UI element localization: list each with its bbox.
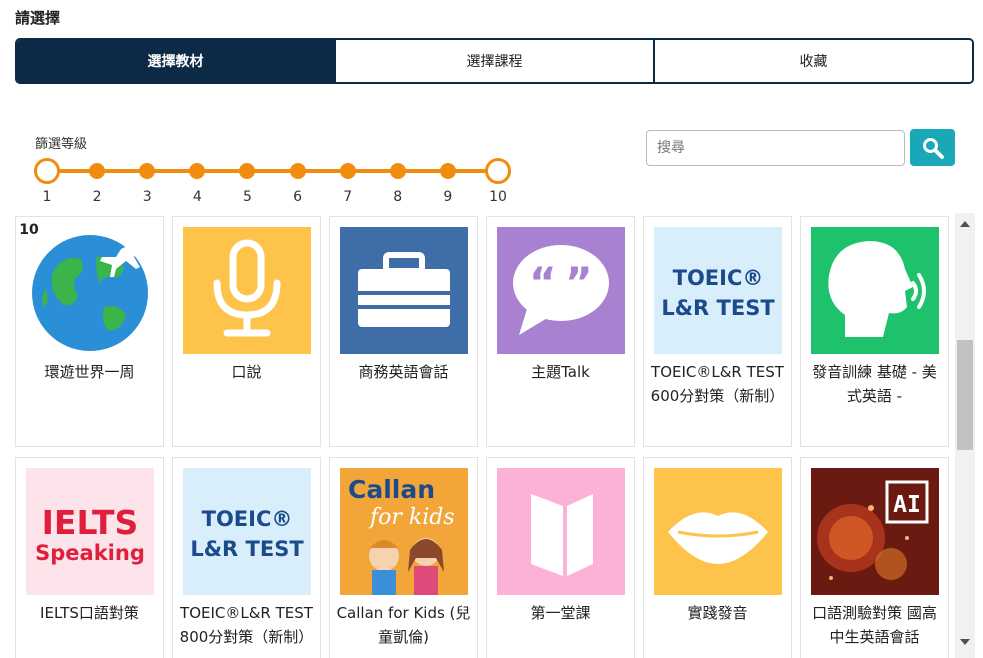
card-title: 第一堂課 [530, 604, 591, 622]
search-input[interactable] [646, 130, 905, 166]
material-card-toeic-800[interactable]: TOEIC® L&R TEST TOEIC®L&R TEST 800分對策（新制… [172, 457, 321, 658]
slider-step-dot [339, 163, 356, 179]
card-title: IELTS口語對策 [40, 604, 139, 622]
slider-tick-label: 1 [42, 189, 52, 205]
callan-kids-icon: Callan for kids [340, 468, 468, 595]
svg-text:TOEIC®: TOEIC® [673, 266, 764, 290]
slider-tick-label: 6 [293, 189, 302, 205]
briefcase-icon [340, 227, 468, 354]
level-range-slider[interactable]: 1 2 3 4 5 6 7 8 9 10 [34, 158, 511, 208]
search-button[interactable] [910, 129, 955, 166]
svg-text:L&R TEST: L&R TEST [190, 537, 304, 561]
lips-icon [654, 468, 782, 595]
open-book-icon [497, 468, 625, 595]
slider-step-dot [139, 163, 156, 179]
svg-text:for kids: for kids [368, 505, 455, 530]
slider-tick-label: 10 [489, 189, 507, 205]
vertical-scrollbar[interactable] [955, 213, 975, 658]
search-icon [922, 137, 944, 159]
ai-face-icon: AI [811, 468, 939, 595]
svg-text:Callan: Callan [348, 475, 435, 504]
card-title: 環遊世界一周 [44, 363, 135, 381]
slider-tick-label: 2 [92, 189, 102, 205]
material-card-toeic-600[interactable]: TOEIC® L&R TEST TOEIC®L&R TEST 600分對策（新制… [643, 216, 792, 447]
material-card-topic-talk[interactable]: “ ” 主題Talk [486, 216, 635, 447]
card-title: 商務英語會話 [358, 363, 449, 381]
slider-handle-max[interactable] [485, 158, 511, 184]
toeic-logo-icon: TOEIC® L&R TEST [654, 227, 782, 354]
svg-text:“: “ [529, 258, 557, 307]
svg-text:IELTS: IELTS [42, 503, 139, 542]
svg-text:TOEIC®: TOEIC® [202, 507, 293, 531]
slider-tick-label: 5 [242, 189, 252, 205]
slider-tick-label: 8 [393, 189, 403, 205]
page-heading: 請選擇 [15, 9, 61, 27]
microphone-icon [183, 227, 311, 354]
material-grid: 10 環遊世界一周 口說 商務英語會話 “ ” 主題Talk TOEIC® L&… [15, 213, 955, 658]
card-title: 主題Talk [531, 363, 590, 381]
slider-tick-label: 7 [343, 189, 353, 205]
slider-step-dot [389, 163, 406, 179]
slider-tick-label: 4 [192, 189, 202, 205]
slider-track [47, 169, 498, 173]
speaking-head-icon [811, 227, 939, 354]
material-card-oral-test-strategy[interactable]: AI 口語測驗對策 國高中生英語會話 [800, 457, 949, 658]
slider-handle-min[interactable] [34, 158, 60, 184]
toeic-logo-icon: TOEIC® L&R TEST [183, 468, 311, 595]
tab-bar: 選擇教材 選擇課程 收藏 [15, 38, 974, 84]
card-title: 口語測驗對策 國高中生英語會話 [812, 604, 937, 646]
ielts-logo-icon: IELTS Speaking [26, 468, 154, 595]
svg-text:”: ” [565, 258, 593, 307]
scroll-up-arrow-icon[interactable] [955, 215, 975, 232]
scrollbar-thumb[interactable] [957, 340, 973, 450]
scroll-down-arrow-icon[interactable] [955, 633, 975, 650]
material-card-pronunciation-basic[interactable]: 發音訓練 基礎 - 美式英語 - [800, 216, 949, 447]
slider-step-dot [439, 163, 456, 179]
slider-step-dot [289, 163, 306, 179]
slider-step-dot [89, 163, 106, 179]
globe-airplane-icon [26, 227, 154, 354]
card-title: 口說 [231, 363, 262, 381]
svg-text:Speaking: Speaking [35, 541, 145, 565]
card-title: TOEIC®L&R TEST 800分對策（新制） [179, 604, 314, 646]
tab-favorites[interactable]: 收藏 [653, 40, 972, 82]
card-title: Callan for Kids (兒童凱倫) [336, 604, 471, 646]
card-title: 發音訓練 基礎 - 美式英語 - [812, 363, 937, 405]
tab-select-course[interactable]: 選擇課程 [334, 40, 653, 82]
material-card-first-lesson[interactable]: 第一堂課 [486, 457, 635, 658]
level-filter-label: 篩選等級 [35, 137, 88, 152]
card-title: 實踐發音 [687, 604, 748, 622]
slider-tick-label: 9 [443, 189, 453, 205]
svg-text:L&R TEST: L&R TEST [661, 296, 775, 320]
slider-tick-label: 3 [142, 189, 152, 205]
material-card-ielts-speaking[interactable]: IELTS Speaking IELTS口語對策 [15, 457, 164, 658]
svg-text:AI: AI [893, 492, 921, 518]
level-badge: 10 [16, 217, 42, 243]
material-card-callan-kids[interactable]: Callan for kids Callan for Kids (兒童凱倫) [329, 457, 478, 658]
material-card-business-english[interactable]: 商務英語會話 [329, 216, 478, 447]
material-card-speaking[interactable]: 口說 [172, 216, 321, 447]
material-card-practical-pronunciation[interactable]: 實踐發音 [643, 457, 792, 658]
speech-bubble-quotes-icon: “ ” [497, 227, 625, 354]
card-title: TOEIC®L&R TEST 600分對策（新制） [650, 363, 785, 405]
tab-select-material[interactable]: 選擇教材 [17, 40, 334, 82]
slider-step-dot [189, 163, 206, 179]
slider-step-dot [239, 163, 256, 179]
material-card-around-the-world[interactable]: 10 環遊世界一周 [15, 216, 164, 447]
